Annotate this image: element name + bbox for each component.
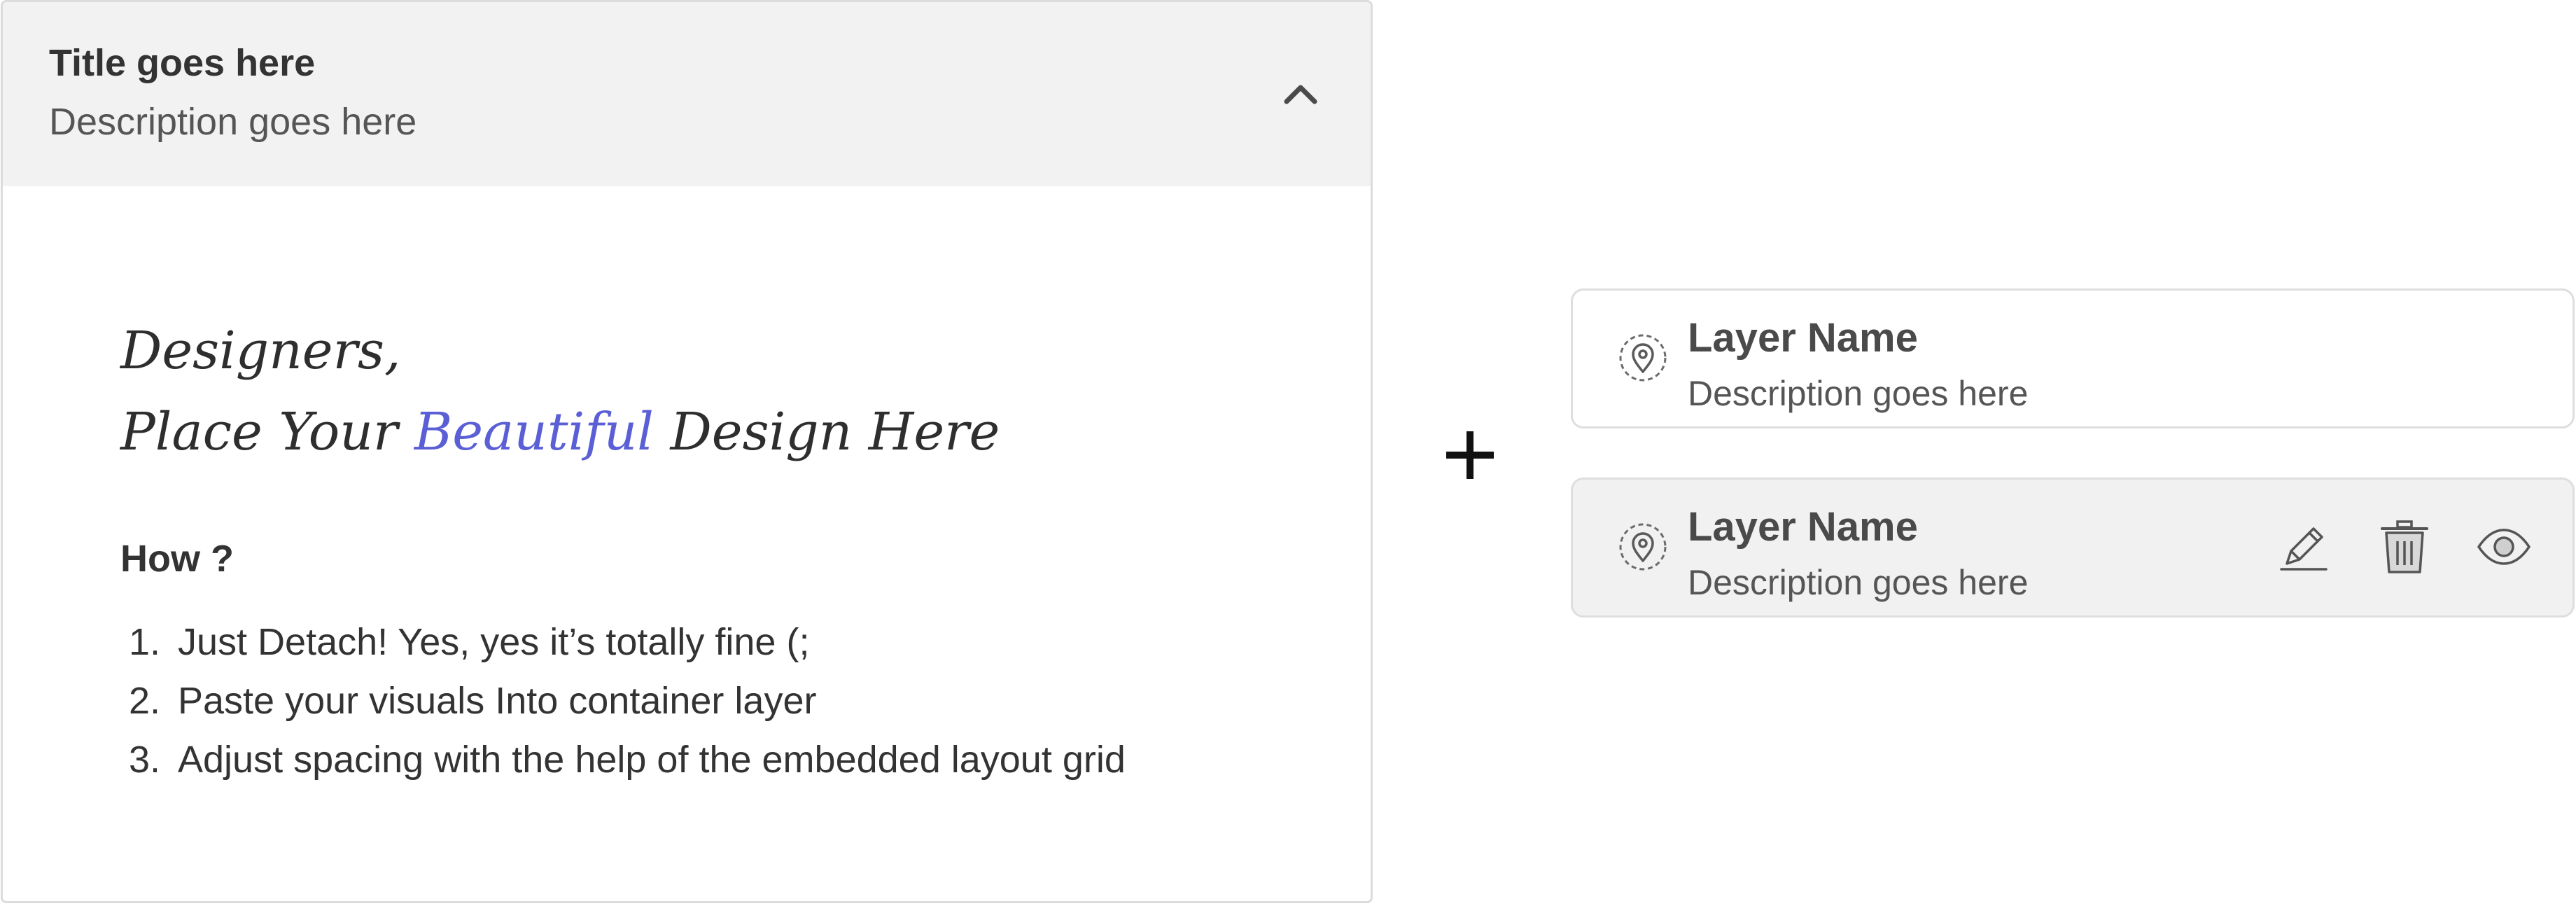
location-pin-icon (1619, 334, 1667, 382)
accordion-description: Description goes here (49, 101, 417, 143)
accordion-card: Title goes here Description goes here De… (1, 0, 1373, 903)
steps-list: 1. Just Detach! Yes, yes it’s totally fin… (129, 613, 1126, 789)
step-text: Paste your visuals Into container layer (178, 680, 817, 722)
heading-text-before: Place Your (120, 402, 414, 462)
step-number: 3. (129, 739, 161, 781)
chevron-up-icon[interactable] (1281, 79, 1320, 107)
accordion-header[interactable]: Title goes here Description goes here (3, 2, 1371, 186)
placeholder-heading: Designers, Place Your Beautiful Design H… (120, 310, 1000, 473)
step-text: Just Detach! Yes, yes it’s totally fine … (178, 621, 810, 663)
eye-icon[interactable] (2474, 517, 2533, 576)
trash-icon[interactable] (2375, 517, 2434, 576)
heading-accent-word: Beautiful (414, 402, 654, 462)
location-pin-icon (1619, 523, 1667, 571)
layer-row[interactable]: Layer Name Description goes here (1571, 288, 2575, 428)
pencil-icon[interactable] (2273, 517, 2332, 576)
layer-description: Description goes here (1688, 563, 2029, 602)
step-text: Adjust spacing with the help of the embe… (178, 739, 1126, 781)
step-item: 1. Just Detach! Yes, yes it’s totally fin… (129, 613, 1126, 671)
step-item: 2. Paste your visuals Into container laye… (129, 671, 1126, 730)
heading-text-after: Design Here (653, 402, 1000, 462)
placeholder-heading-line2: Place Your Beautiful Design Here (120, 391, 1000, 473)
accordion-title: Title goes here (49, 42, 316, 84)
plus-icon (1446, 431, 1494, 479)
layer-name: Layer Name (1688, 315, 1918, 361)
how-heading: How ? (120, 538, 234, 580)
step-number: 2. (129, 680, 161, 722)
layer-description: Description goes here (1688, 374, 2029, 413)
placeholder-heading-line1: Designers, (120, 321, 401, 381)
step-number: 1. (129, 621, 161, 663)
layer-row-hover[interactable]: Layer Name Description goes here (1571, 478, 2575, 618)
step-item: 3. Adjust spacing with the help of the em… (129, 730, 1126, 789)
layer-name: Layer Name (1688, 504, 1918, 550)
